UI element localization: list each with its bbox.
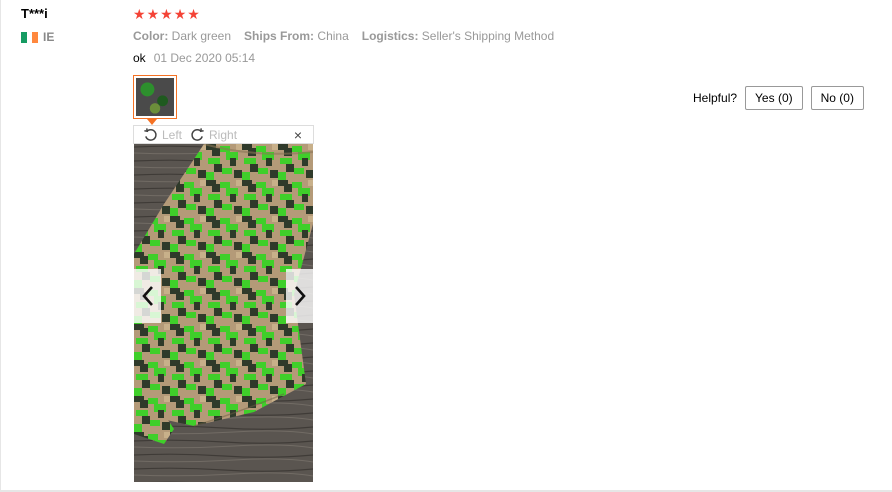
photo-viewer-toolbar: Left Right × xyxy=(133,125,314,144)
star-icon: ★ xyxy=(133,6,146,22)
review-content: ok 01 Dec 2020 05:14 xyxy=(133,51,255,65)
rotate-right-icon xyxy=(191,128,204,141)
rotate-left-label: Left xyxy=(162,127,183,142)
star-icon: ★ xyxy=(187,6,200,22)
rotate-left-icon xyxy=(144,128,157,141)
helpful-yes-button[interactable]: Yes (0) xyxy=(745,86,803,110)
attr-logistics: Logistics: Seller's Shipping Method xyxy=(361,29,555,43)
star-icon: ★ xyxy=(173,6,187,22)
review-text: ok xyxy=(133,51,146,65)
helpful-no-button[interactable]: No (0) xyxy=(810,86,864,110)
helpful-label: Helpful? xyxy=(693,91,738,105)
review-photo-thumbnail[interactable] xyxy=(133,75,177,119)
next-photo-button[interactable] xyxy=(286,269,313,323)
attr-color: Color: Dark green xyxy=(133,29,232,43)
star-icon: ★ xyxy=(146,6,160,22)
reviewer-country: IE xyxy=(21,30,54,44)
reviewer-name: T***i xyxy=(21,6,48,21)
rotate-right-button[interactable]: Right xyxy=(190,127,237,142)
review-date: 01 Dec 2020 05:14 xyxy=(153,51,256,65)
chevron-left-icon xyxy=(141,286,153,306)
country-code: IE xyxy=(43,30,55,44)
order-attributes: Color: Dark green Ships From: China Logi… xyxy=(133,29,554,43)
rotate-left-button[interactable]: Left xyxy=(143,127,182,142)
thumbnail-image xyxy=(136,78,174,116)
frame-left-border xyxy=(0,0,1,492)
close-viewer-icon[interactable]: × xyxy=(294,126,302,144)
attr-ships-from: Ships From: China xyxy=(244,29,349,43)
star-icon: ★ xyxy=(160,6,173,22)
ireland-flag-icon xyxy=(21,31,39,43)
previous-photo-button[interactable] xyxy=(134,269,161,323)
chevron-right-icon xyxy=(294,286,306,306)
helpful-voting: Helpful? Yes (0) No (0) xyxy=(693,86,864,110)
rating-stars: ★ ★ ★ ★ ★ xyxy=(133,7,200,21)
rotate-right-label: Right xyxy=(209,127,238,142)
